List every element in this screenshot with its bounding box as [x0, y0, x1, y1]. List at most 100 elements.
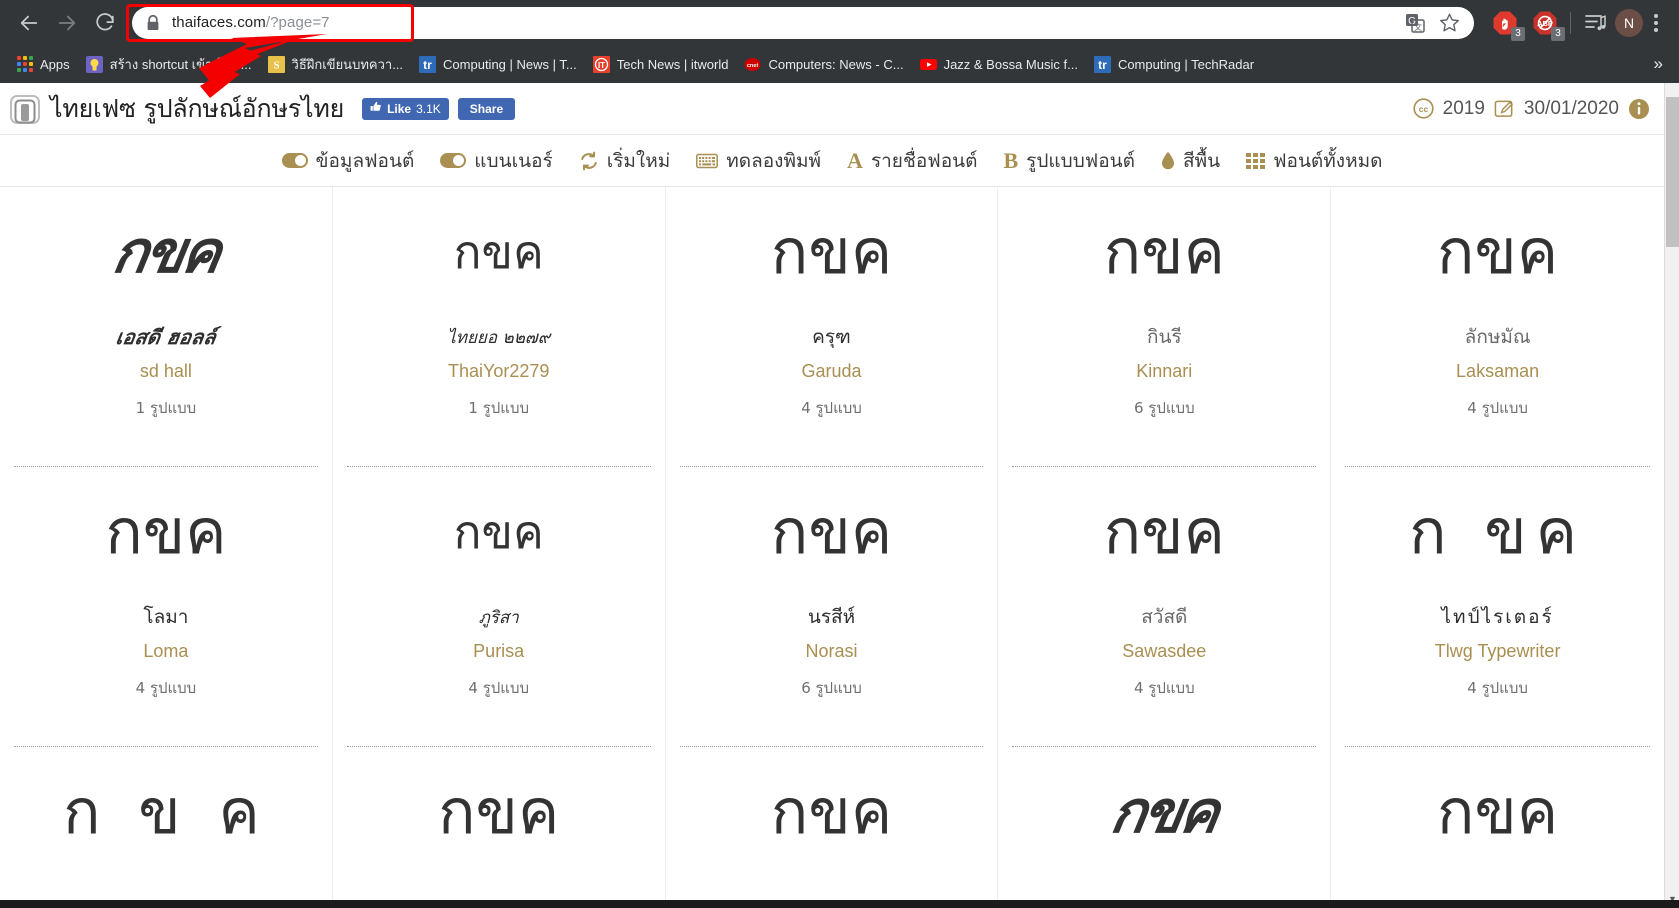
nav-item-all-fonts[interactable]: ฟอนต์ทั้งหมด: [1233, 146, 1395, 176]
font-sample: กขค: [770, 495, 893, 568]
nav-item-type-test[interactable]: ทดลองพิมพ์: [683, 146, 834, 176]
font-thai-name: ไทยยอ ๒๒๗๙: [447, 327, 551, 348]
nav-item-font-styles[interactable]: B รูปแบบฟอนต์: [990, 146, 1148, 176]
color-drop-icon[interactable]: [1161, 151, 1175, 170]
font-sample: กขค: [1436, 215, 1559, 288]
bookmark-item[interactable]: tr Computing | News | T...: [411, 52, 585, 77]
bookmark-item[interactable]: cnet Computers: News - C...: [736, 52, 911, 77]
font-card[interactable]: กขค กินรี Kinnari 6 รูปแบบ: [998, 187, 1332, 467]
svg-text:cc: cc: [1418, 104, 1428, 114]
edit-pencil-icon[interactable]: [1494, 98, 1515, 119]
page-scrollbar[interactable]: ▼: [1664, 83, 1679, 908]
bookmark-item[interactable]: S วิธีฝึกเขียนบทควา...: [260, 50, 412, 79]
creative-commons-icon[interactable]: cc: [1413, 98, 1434, 119]
translate-icon[interactable]: G文: [1404, 12, 1426, 34]
nav-item-font-list[interactable]: A รายชื่อฟอนต์: [834, 146, 990, 176]
facebook-like-button[interactable]: Like 3.1K: [362, 97, 449, 120]
font-styles-count: 1 รูปแบบ: [135, 399, 197, 417]
facebook-share-button[interactable]: Share: [457, 97, 516, 120]
font-styles-count: 4 รูปแบบ: [1133, 679, 1195, 697]
font-thai-name: โลมา: [143, 606, 189, 628]
font-card[interactable]: กขค ภูริสา Purisa 4 รูปแบบ: [333, 467, 666, 747]
refresh-icon[interactable]: [579, 151, 599, 171]
svg-text:tr: tr: [1098, 58, 1107, 72]
font-styles-count: 6 รูปแบบ: [801, 679, 862, 697]
header-meta: cc 2019 30/01/2020: [1413, 98, 1650, 120]
bookmark-item[interactable]: Jazz & Bossa Music f...: [912, 52, 1086, 77]
reading-list-icon[interactable]: [1577, 4, 1615, 42]
bulb-icon: [85, 55, 103, 73]
adblock-extension-icon[interactable]: 3: [1492, 10, 1525, 41]
svg-text:IT: IT: [598, 61, 605, 70]
apps-shortcut[interactable]: Apps: [8, 52, 78, 77]
font-card[interactable]: ก ขค ไทป์ไรเตอร์ Tlwg Typewriter 4 รูปแบ…: [1331, 467, 1664, 747]
font-card[interactable]: กขค: [998, 747, 1332, 908]
toggle-switch-icon[interactable]: [281, 153, 308, 168]
address-bar[interactable]: thaifaces.com/?page=7 G文: [132, 6, 1474, 39]
page-title: ไทยเฟซ รูปลักษณ์อักษรไทย: [50, 93, 345, 123]
nav-label: ฟอนต์ทั้งหมด: [1273, 149, 1383, 172]
font-card[interactable]: กขค เอสดี ฮอลล์ sd hall 1 รูปแบบ: [0, 187, 333, 467]
updated-date: 30/01/2020: [1523, 97, 1619, 119]
font-card[interactable]: กขค นรสีห์ Norasi 6 รูปแบบ: [666, 467, 999, 747]
nav-item-restart[interactable]: เริ่มใหม่: [566, 146, 684, 176]
nav-label: สีพื้น: [1182, 149, 1221, 172]
nav-item-background-color[interactable]: สีพื้น: [1148, 146, 1233, 176]
scrollbar-thumb[interactable]: [1666, 97, 1679, 247]
profile-avatar[interactable]: N: [1615, 8, 1643, 37]
font-latin-name: Garuda: [801, 361, 862, 381]
font-thai-name: ครุฑ: [812, 326, 851, 348]
font-styles-count: 4 รูปแบบ: [135, 679, 197, 697]
font-card[interactable]: กขค: [333, 747, 666, 908]
forward-button[interactable]: [48, 4, 86, 42]
bookmark-item[interactable]: สร้าง shortcut เข้าเว็บแ...: [78, 50, 260, 79]
font-thai-name: เอสดี ฮอลล์: [114, 325, 218, 349]
chrome-menu-icon[interactable]: [1643, 13, 1669, 32]
font-thai-name: กินรี: [1146, 326, 1182, 348]
font-card[interactable]: กขค โลมา Loma 4 รูปแบบ: [0, 467, 333, 747]
letter-b-icon[interactable]: B: [1003, 149, 1018, 172]
font-card[interactable]: กขค: [1331, 747, 1664, 908]
toolbar-divider: [1570, 11, 1571, 34]
font-latin-name: Purisa: [473, 641, 525, 661]
bookmark-label: Computers: News - C...: [768, 56, 904, 72]
font-card[interactable]: ก ข ค: [0, 747, 333, 908]
bookmarks-overflow-button[interactable]: »: [1646, 54, 1671, 74]
site-header: ไทยเฟซ รูปลักษณ์อักษรไทย Like 3.1K Share…: [0, 83, 1664, 135]
font-card[interactable]: กขค สวัสดี Sawasdee 4 รูปแบบ: [998, 467, 1332, 747]
nav-label: แบนเนอร์: [474, 149, 553, 172]
font-sample: กขค: [1106, 778, 1222, 846]
font-styles-count: 6 รูปแบบ: [1133, 399, 1195, 417]
font-latin-name: Sawasdee: [1122, 641, 1207, 661]
font-sample: ก ขค: [1409, 495, 1587, 568]
font-thai-name: ภูริสา: [478, 607, 519, 628]
bookmark-item[interactable]: tr Computing | TechRadar: [1086, 52, 1262, 77]
apps-label: Apps: [40, 56, 70, 72]
back-button[interactable]: [10, 4, 48, 42]
bookmark-label: สร้าง shortcut เข้าเว็บแ...: [109, 56, 252, 72]
lock-icon[interactable]: [146, 14, 160, 31]
font-latin-name: Kinnari: [1136, 361, 1193, 381]
svg-text:cnet: cnet: [747, 63, 758, 69]
font-card[interactable]: กขค ลักษมัณ Laksaman 4 รูปแบบ: [1331, 187, 1664, 467]
info-icon[interactable]: [1628, 98, 1650, 120]
bookmark-star-icon[interactable]: [1438, 12, 1460, 34]
reload-button[interactable]: [86, 4, 124, 42]
nav-item-banner[interactable]: แบนเนอร์: [427, 146, 565, 176]
font-card[interactable]: กขค: [666, 747, 999, 908]
grid-icon[interactable]: [1246, 152, 1266, 169]
font-thai-name: นรสีห์: [807, 606, 856, 628]
font-card[interactable]: กขค ครุฑ Garuda 4 รูปแบบ: [666, 187, 999, 467]
font-sample: กขค: [453, 225, 544, 279]
thaifaces-logo-icon[interactable]: [8, 92, 42, 126]
font-latin-name: Loma: [143, 641, 189, 661]
toggle-switch-icon[interactable]: [440, 153, 467, 168]
font-thai-name: สวัสดี: [1141, 606, 1188, 628]
letter-a-icon[interactable]: A: [847, 149, 863, 172]
font-card[interactable]: กขค ไทยยอ ๒๒๗๙ ThaiYor2279 1 รูปแบบ: [333, 187, 666, 467]
bookmark-item[interactable]: IT Tech News | itworld: [585, 52, 737, 77]
keyboard-icon[interactable]: [696, 153, 719, 169]
adblock-plus-extension-icon[interactable]: ABP 3: [1532, 10, 1565, 41]
font-sample: กขค: [770, 775, 893, 848]
nav-item-font-info[interactable]: ข้อมูลฟอนต์: [269, 146, 428, 176]
